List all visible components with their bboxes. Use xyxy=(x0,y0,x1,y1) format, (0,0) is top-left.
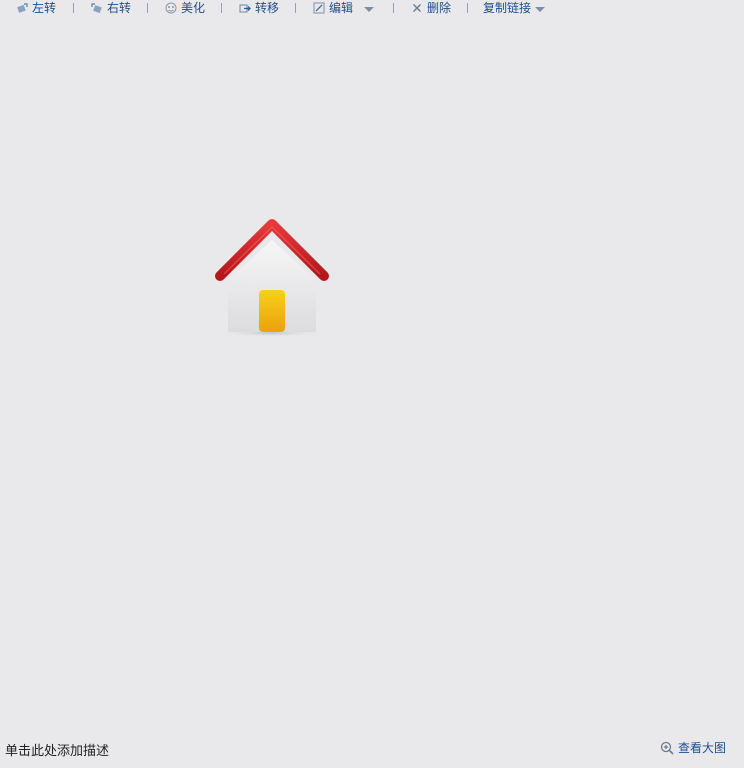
edit-button[interactable]: 编辑 xyxy=(313,0,353,16)
toolbar-divider xyxy=(73,3,74,13)
toolbar-divider xyxy=(221,3,222,13)
toolbar-divider xyxy=(147,3,148,13)
copy-link-label: 复制链接 xyxy=(483,1,532,15)
beautify-icon xyxy=(165,2,177,14)
toolbar-divider xyxy=(467,3,468,13)
edit-label: 编辑 xyxy=(329,1,354,15)
beautify-label: 美化 xyxy=(181,1,206,15)
edit-dropdown-button[interactable] xyxy=(364,0,374,16)
delete-label: 删除 xyxy=(427,1,452,15)
copy-link-button[interactable]: 复制链接 xyxy=(483,0,546,16)
rotate-left-label: 左转 xyxy=(32,1,57,15)
photo-viewer: 左转 右转 美化 转移 编辑 删除 复制链接 单击此处添加描述 查看大图 xyxy=(0,0,744,768)
view-large-button[interactable]: 查看大图 xyxy=(660,739,726,756)
move-button[interactable]: 转移 xyxy=(239,0,279,16)
delete-icon xyxy=(413,4,421,12)
beautify-button[interactable]: 美化 xyxy=(165,0,205,16)
zoom-in-icon xyxy=(660,741,674,755)
rotate-right-label: 右转 xyxy=(107,1,132,15)
chevron-down-icon xyxy=(535,6,546,12)
view-large-label: 查看大图 xyxy=(677,741,726,755)
rotate-right-button[interactable]: 右转 xyxy=(91,0,131,16)
delete-button[interactable]: 删除 xyxy=(411,0,451,16)
toolbar-divider xyxy=(295,3,296,13)
rotate-left-button[interactable]: 左转 xyxy=(16,0,56,16)
home-icon[interactable] xyxy=(212,218,332,338)
rotate-right-icon xyxy=(91,3,102,14)
description-field[interactable]: 单击此处添加描述 xyxy=(5,740,109,759)
move-label: 转移 xyxy=(255,1,280,15)
rotate-left-icon xyxy=(17,3,28,13)
chevron-down-icon xyxy=(364,6,374,12)
edit-icon xyxy=(313,2,325,14)
move-icon xyxy=(239,4,251,13)
photo-toolbar: 左转 右转 美化 转移 编辑 删除 复制链接 xyxy=(0,0,744,16)
toolbar-divider xyxy=(393,3,394,13)
